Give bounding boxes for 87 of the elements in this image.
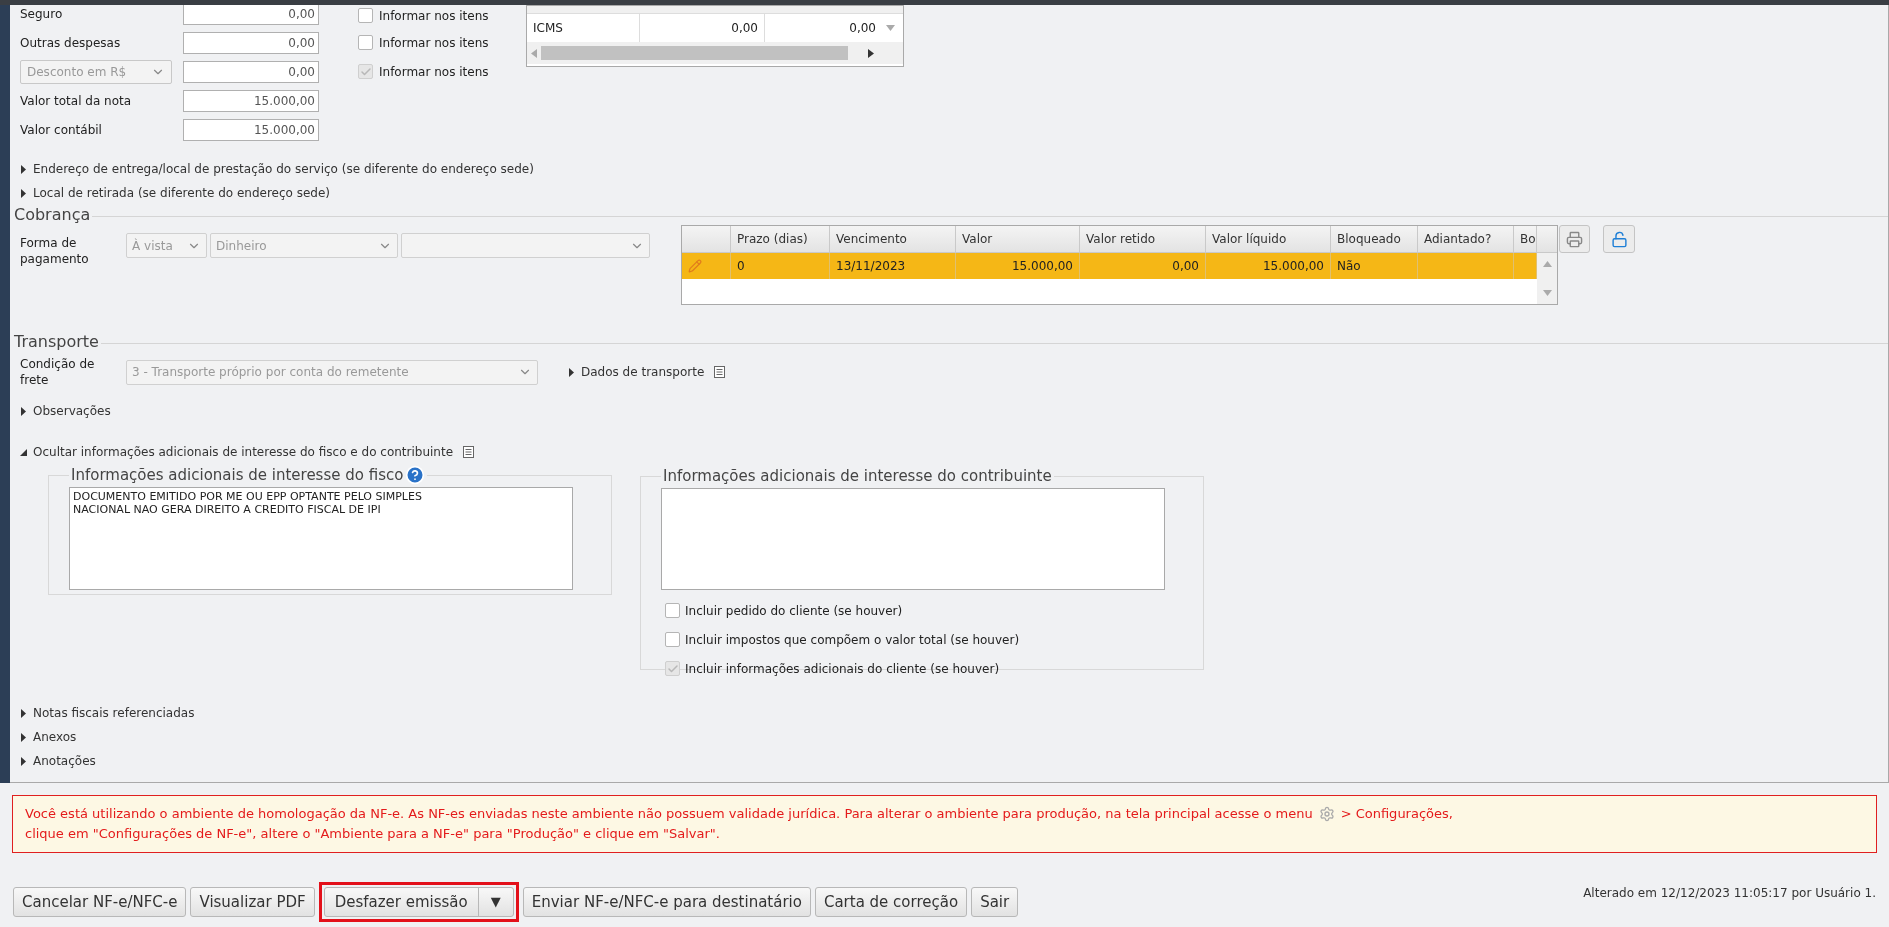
field-label: Forma de pagamento — [20, 235, 90, 268]
help-icon[interactable] — [405, 465, 426, 486]
scrollbar-thumb[interactable] — [541, 46, 848, 60]
table-cell: 15.000,00 — [956, 253, 1080, 279]
vertical-scrollbar[interactable] — [1537, 253, 1557, 304]
checkbox-label: Informar nos itens — [379, 34, 489, 52]
expand-triangle-icon[interactable] — [568, 367, 575, 377]
unlock-button[interactable] — [1603, 225, 1635, 253]
unlocked-padlock-icon — [1610, 230, 1628, 248]
table-cell: 0 — [731, 253, 830, 279]
field-label: Valor total da nota — [20, 92, 133, 110]
warning-text: clique em "Configurações de NF-e", altere o "Ambiente para a NF-e" para "Produção" e clique em "Salvar". — [25, 825, 720, 843]
table-cell: 13/11/2023 — [830, 253, 956, 279]
action-button[interactable]: Enviar NF-e/NFC-e para destinatário — [522, 887, 811, 917]
horizontal-scrollbar[interactable] — [527, 42, 903, 64]
action-button[interactable]: Carta de correção — [814, 887, 968, 917]
column-header[interactable]: Adiantado? — [1418, 226, 1514, 252]
checkbox[interactable] — [665, 632, 680, 647]
column-header[interactable]: Valor líquido — [1206, 226, 1331, 252]
group-title: Informações adicionais de interesse do fisco — [71, 465, 404, 486]
field-label: Valor contábil — [20, 121, 103, 139]
amount-field[interactable]: 15.000,00 — [183, 89, 319, 112]
dropdown-toggle[interactable]: ▼ — [478, 888, 513, 916]
scroll-left-icon[interactable] — [531, 48, 537, 58]
column-header[interactable]: Bo — [1514, 226, 1537, 252]
last-modified-text: Alterado em 12/12/2023 11:05:17 por Usuário 1. — [1583, 885, 1876, 902]
action-button[interactable]: Sair — [971, 887, 1019, 917]
print-button[interactable] — [1559, 225, 1590, 253]
column-header[interactable]: Valor retido — [1080, 226, 1206, 252]
printer-icon — [1566, 230, 1583, 248]
grid-row[interactable]: 0 13/11/2023 15.000,00 0,00 15.000,00 Não — [682, 253, 1537, 279]
contributor-text-area[interactable] — [661, 488, 1165, 590]
scroll-up-icon[interactable] — [1542, 261, 1552, 267]
column-header[interactable]: Valor — [956, 226, 1080, 252]
checkbox[interactable] — [665, 603, 680, 618]
column-header[interactable]: Prazo (dias) — [731, 226, 830, 252]
collapse-triangle-icon[interactable] — [20, 447, 27, 457]
expand-triangle-icon[interactable] — [20, 708, 27, 718]
group-title: Informações adicionais de interesse do contribuinte — [663, 467, 1052, 485]
scroll-down-icon[interactable] — [886, 25, 895, 31]
checkbox-label: Informar nos itens — [379, 7, 489, 25]
section-title: Cobrança — [14, 204, 91, 226]
warning-text: Você está utilizando o ambiente de homologação da NF-e. As NF-es enviadas neste ambiente não possuem validade jurídica. Para alterar o ambiente para produção, na tela principal acesse o menu — [25, 805, 1313, 823]
checkbox[interactable] — [358, 8, 373, 23]
amount-field[interactable]: 0,00 — [183, 60, 319, 83]
expand-triangle-icon[interactable] — [20, 406, 27, 416]
checkbox-label: Incluir impostos que compõem o valor total (se houver) — [685, 631, 1020, 649]
scroll-right-icon[interactable] — [868, 48, 874, 58]
expander-link[interactable]: Anotações — [33, 752, 96, 770]
expander-link[interactable]: Notas fiscais referenciadas — [33, 704, 195, 722]
checkbox[interactable] — [358, 35, 373, 50]
action-button[interactable]: Visualizar PDF — [190, 887, 315, 917]
table-cell-text: 0,00 — [848, 20, 877, 37]
undo-emission-button[interactable]: Desfazer emissão — [324, 888, 479, 916]
section-title: Transporte — [14, 331, 99, 353]
field-label: Outras despesas — [20, 34, 122, 52]
expand-triangle-icon[interactable] — [20, 188, 27, 198]
column-header[interactable]: Vencimento — [830, 226, 956, 252]
expander-link[interactable]: Anexos — [33, 728, 77, 746]
action-button[interactable]: Cancelar NF-e/NFC-e — [13, 887, 187, 917]
amount-field[interactable]: 15.000,00 — [183, 118, 319, 141]
pencil-icon[interactable] — [688, 259, 702, 273]
expander-link[interactable]: Ocultar informações adicionais de interesse do fisco e do contribuinte — [33, 443, 454, 461]
scroll-down-icon[interactable] — [1542, 290, 1552, 296]
expander-link[interactable]: Observações — [33, 402, 111, 420]
warning-text: > Configurações, — [1340, 805, 1453, 823]
checkbox-label: Incluir pedido do cliente (se houver) — [685, 602, 903, 620]
expander-link[interactable]: Endereço de entrega/local de prestação do serviço (se diferente do endereço sede) — [33, 160, 534, 178]
settings-icon[interactable] — [1318, 806, 1335, 822]
table-cell: 0,00 — [1080, 253, 1206, 279]
expander-link[interactable]: Local de retirada (se diferente do endereço sede) — [33, 184, 331, 202]
amount-field[interactable]: 0,00 — [183, 31, 319, 54]
fisco-text-area[interactable]: DOCUMENTO EMITIDO POR ME OU EPP OPTANTE PELO SIMPLES NACIONAL NAO GERA DIREITO A CREDITO FISCAL DE IPI — [69, 486, 573, 590]
document-icon[interactable] — [714, 366, 726, 378]
expander-link[interactable]: Dados de transporte — [581, 363, 705, 381]
table-cell: Não — [1331, 253, 1418, 279]
amount-field[interactable]: 0,00 — [183, 5, 319, 25]
expand-triangle-icon[interactable] — [20, 756, 27, 766]
field-label: Seguro — [20, 5, 64, 23]
checkbox-label: Incluir informações adicionais do cliente (se houver) — [685, 660, 1000, 678]
table-cell: 15.000,00 — [1206, 253, 1331, 279]
expand-triangle-icon[interactable] — [20, 164, 27, 174]
field-label: Condição de frete — [20, 356, 96, 388]
column-header[interactable]: Bloqueado — [1331, 226, 1418, 252]
document-icon[interactable] — [463, 446, 475, 458]
checkbox-label: Informar nos itens — [379, 63, 489, 81]
expand-triangle-icon[interactable] — [20, 732, 27, 742]
